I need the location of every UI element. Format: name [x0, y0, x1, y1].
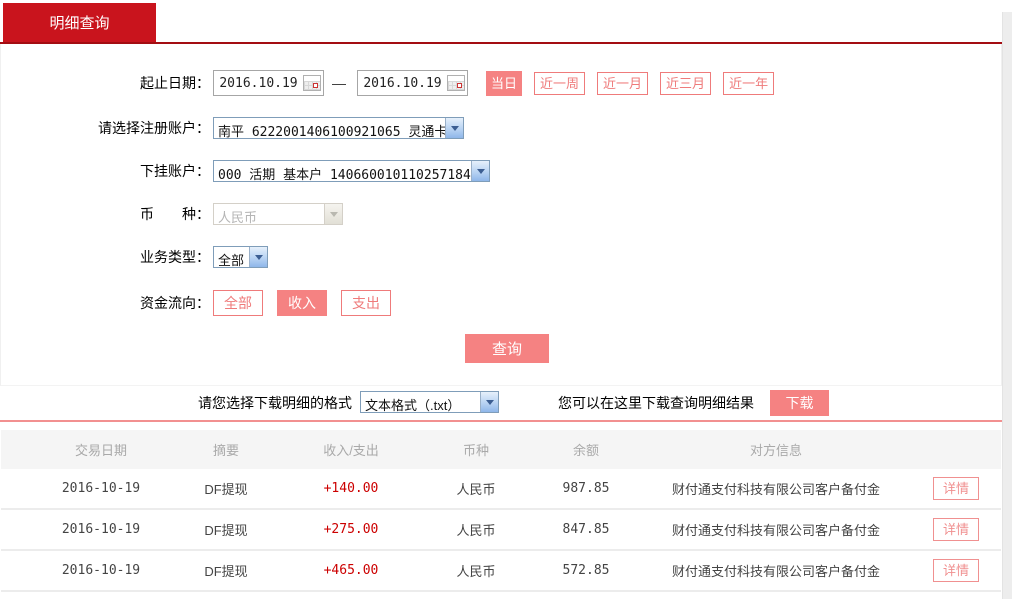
table-row: 2016-10-19 DF提现 +465.00 人民币 572.85 财付通支付… [1, 551, 1001, 592]
fund-flow-row: 资金流向： 全部 收入 支出 [0, 290, 402, 316]
quick-range-year-button[interactable]: 近一年 [723, 72, 774, 95]
calendar-icon[interactable] [447, 75, 465, 91]
cell-counterparty: 财付通支付科技有限公司客户备付金 [641, 479, 911, 498]
date-range-dash: — [332, 75, 346, 91]
col-header-currency: 币种 [421, 440, 531, 459]
detail-query-page: 明细查询 起止日期： 2016.10.19 — 2016.10.19 当日 近一… [0, 0, 1012, 599]
register-account-label: 请选择注册账户： [0, 118, 210, 138]
detail-button[interactable]: 详情 [933, 518, 979, 541]
cell-date: 2016-10-19 [31, 481, 171, 496]
section-divider [0, 420, 1002, 422]
cell-summary: DF提现 [171, 520, 281, 539]
register-account-row: 请选择注册账户： 南平 6222001406100921065 灵通卡 [0, 117, 464, 139]
download-format-label: 请您选择下载明细的格式 [0, 390, 352, 416]
business-type-select[interactable]: 全部 [213, 246, 268, 268]
business-type-label: 业务类型： [0, 247, 210, 267]
col-header-amount: 收入/支出 [281, 440, 421, 459]
tab-detail-query[interactable]: 明细查询 [3, 3, 156, 42]
col-header-counterparty: 对方信息 [641, 440, 911, 459]
quick-range-week-button[interactable]: 近一周 [534, 72, 585, 95]
end-date-input[interactable]: 2016.10.19 [357, 70, 468, 96]
quick-range-quarter-button[interactable]: 近三月 [660, 72, 711, 95]
download-format-select[interactable]: 文本格式（.txt） [360, 391, 499, 413]
start-date-input[interactable]: 2016.10.19 [213, 70, 324, 96]
chevron-down-icon[interactable] [445, 118, 463, 138]
cell-summary: DF提现 [171, 561, 281, 580]
cell-currency: 人民币 [421, 561, 531, 580]
cell-amount: +140.00 [281, 481, 421, 496]
start-date-value: 2016.10.19 [214, 76, 303, 91]
cell-balance: 987.85 [531, 481, 641, 496]
cell-counterparty: 财付通支付科技有限公司客户备付金 [641, 561, 911, 580]
cell-summary: DF提现 [171, 479, 281, 498]
col-header-date: 交易日期 [31, 440, 171, 459]
currency-label: 币 种： [0, 204, 210, 224]
sub-account-label: 下挂账户： [0, 161, 210, 181]
detail-button[interactable]: 详情 [933, 477, 979, 500]
currency-select: 人民币 [213, 203, 343, 225]
detail-button[interactable]: 详情 [933, 559, 979, 582]
download-button[interactable]: 下载 [770, 390, 829, 416]
tab-label: 明细查询 [49, 12, 109, 33]
table-row: 2016-10-19 DF提现 +140.00 人民币 987.85 财付通支付… [1, 469, 1001, 510]
table-header: 交易日期 摘要 收入/支出 币种 余额 对方信息 [1, 430, 1001, 469]
fund-flow-label: 资金流向： [0, 293, 210, 313]
end-date-value: 2016.10.19 [358, 76, 447, 91]
chevron-down-icon[interactable] [471, 161, 489, 181]
query-button[interactable]: 查询 [465, 334, 549, 363]
sub-account-select[interactable]: 000 活期 基本户 1406600101102571848 [213, 160, 490, 182]
table-row: 2016-10-19 DF提现 +275.00 人民币 847.85 财付通支付… [1, 510, 1001, 551]
scrollbar-track[interactable] [1002, 12, 1012, 599]
download-hint-text: 您可以在这里下载查询明细结果 [558, 390, 754, 416]
cell-currency: 人民币 [421, 479, 531, 498]
date-range-label: 起止日期： [0, 73, 210, 93]
calendar-icon[interactable] [303, 75, 321, 91]
fund-flow-income-button[interactable]: 收入 [277, 290, 327, 316]
sub-account-value: 000 活期 基本户 1406600101102571848 [214, 161, 471, 181]
cell-currency: 人民币 [421, 520, 531, 539]
fund-flow-all-button[interactable]: 全部 [213, 290, 263, 316]
col-header-summary: 摘要 [171, 440, 281, 459]
business-type-row: 业务类型： 全部 [0, 246, 268, 268]
quick-range-today-button[interactable]: 当日 [486, 71, 522, 96]
chevron-down-icon[interactable] [249, 247, 267, 267]
cell-date: 2016-10-19 [31, 563, 171, 578]
cell-date: 2016-10-19 [31, 522, 171, 537]
cell-balance: 572.85 [531, 563, 641, 578]
cell-balance: 847.85 [531, 522, 641, 537]
sub-account-row: 下挂账户： 000 活期 基本户 1406600101102571848 [0, 160, 490, 182]
cell-amount: +275.00 [281, 522, 421, 537]
chevron-down-icon [324, 204, 342, 224]
date-range-row: 起止日期： 2016.10.19 — 2016.10.19 当日 近一周 近一月… [0, 70, 774, 96]
register-account-select[interactable]: 南平 6222001406100921065 灵通卡 [213, 117, 464, 139]
cell-amount: +465.00 [281, 563, 421, 578]
chevron-down-icon[interactable] [480, 392, 498, 412]
download-format-value: 文本格式（.txt） [361, 392, 480, 412]
currency-value: 人民币 [214, 204, 324, 224]
cell-counterparty: 财付通支付科技有限公司客户备付金 [641, 520, 911, 539]
business-type-value: 全部 [214, 247, 249, 267]
currency-row: 币 种： 人民币 [0, 203, 343, 225]
col-header-balance: 余额 [531, 440, 641, 459]
fund-flow-expense-button[interactable]: 支出 [341, 290, 391, 316]
register-account-value: 南平 6222001406100921065 灵通卡 [214, 118, 445, 138]
quick-range-month-button[interactable]: 近一月 [597, 72, 648, 95]
